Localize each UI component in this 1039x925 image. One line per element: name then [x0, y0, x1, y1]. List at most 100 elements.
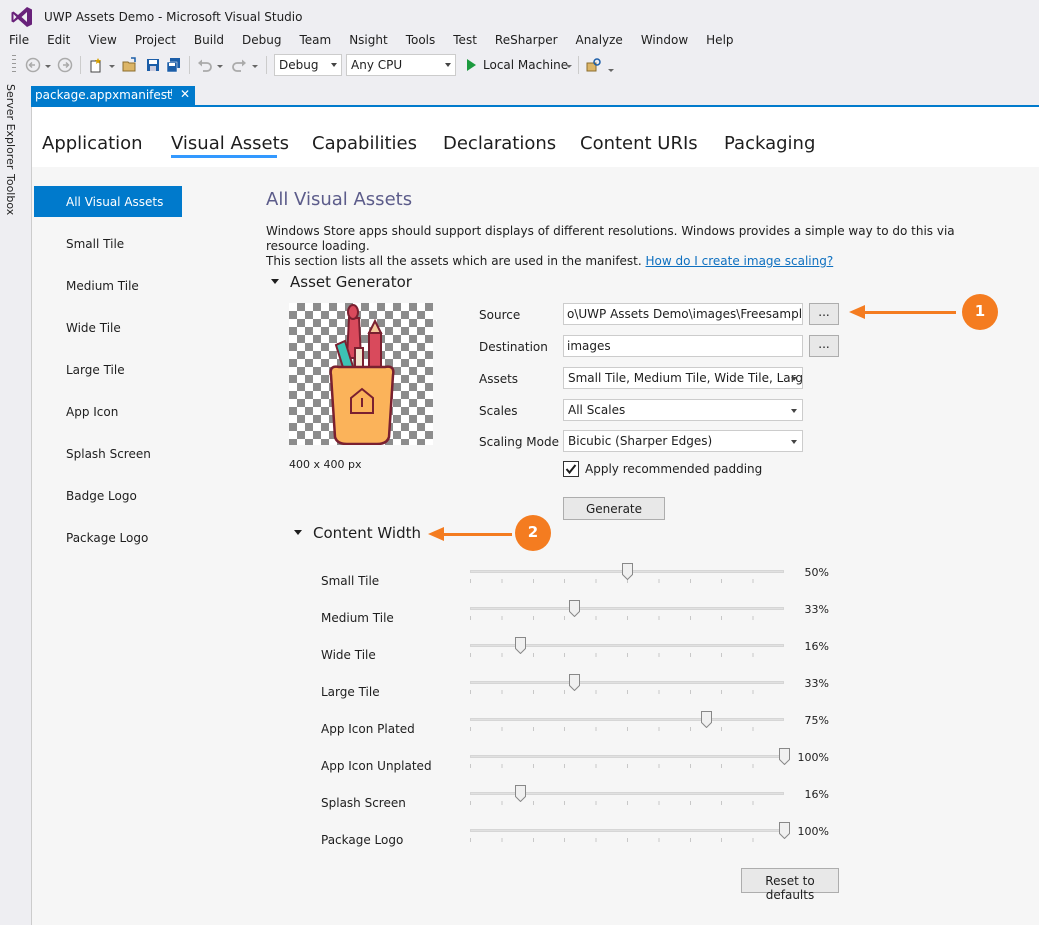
source-input[interactable]: o\UWP Assets Demo\images\Freesample.svg — [563, 303, 803, 325]
toolbar-separator — [266, 56, 267, 74]
designer-tabs: Application Visual Assets Capabilities D… — [32, 107, 1039, 167]
nav-all-visual-assets[interactable]: All Visual Assets — [34, 186, 182, 217]
chevron-down-icon[interactable] — [294, 530, 302, 535]
tab-declarations[interactable]: Declarations — [443, 133, 556, 154]
close-icon[interactable]: ✕ — [180, 87, 190, 101]
toolbar-separator — [578, 56, 579, 74]
nav-package-logo[interactable]: Package Logo — [34, 522, 182, 553]
slider-track[interactable] — [470, 829, 784, 832]
menu-project[interactable]: Project — [126, 32, 185, 52]
slider-thumb[interactable] — [779, 748, 790, 765]
forward-icon[interactable] — [57, 57, 73, 73]
start-icon[interactable] — [467, 59, 476, 71]
chevron-down-icon — [791, 409, 797, 413]
description-text: This section lists all the assets which … — [266, 254, 642, 268]
content-width-heading[interactable]: Content Width — [313, 524, 421, 542]
assets-value: Small Tile, Medium Tile, Wide Tile, Larg… — [568, 371, 803, 385]
tab-content-uris[interactable]: Content URIs — [580, 133, 698, 154]
scaling-mode-select[interactable]: Bicubic (Sharper Edges) — [563, 430, 803, 452]
back-dropdown-icon[interactable] — [45, 65, 51, 68]
tab-packaging[interactable]: Packaging — [724, 133, 815, 154]
solution-config-select[interactable]: Debug — [274, 54, 342, 76]
nav-small-tile[interactable]: Small Tile — [34, 228, 182, 259]
slider-thumb[interactable] — [700, 711, 712, 728]
back-icon[interactable] — [25, 57, 41, 73]
scales-select[interactable]: All Scales — [563, 399, 803, 421]
visual-studio-logo-icon — [11, 7, 32, 27]
menu-bar: File Edit View Project Build Debug Team … — [0, 32, 1039, 52]
slider-value: 33% — [804, 603, 829, 616]
slider-thumb[interactable] — [779, 822, 790, 839]
find-icon[interactable] — [586, 57, 602, 73]
server-explorer-tab[interactable]: Server Explorer — [4, 84, 17, 169]
slider-track[interactable] — [470, 718, 784, 721]
destination-browse-button[interactable]: ... — [809, 335, 839, 357]
slider-track[interactable] — [470, 755, 784, 758]
slider-ticks — [470, 838, 784, 842]
asset-generator-heading[interactable]: Asset Generator — [290, 273, 412, 291]
source-browse-button[interactable]: ... — [809, 303, 839, 325]
nav-app-icon[interactable]: App Icon — [34, 396, 182, 427]
menu-window[interactable]: Window — [632, 32, 697, 52]
image-scaling-help-link[interactable]: How do I create image scaling? — [646, 254, 834, 268]
slider-track[interactable] — [470, 607, 784, 610]
apply-padding-checkbox[interactable] — [563, 461, 579, 477]
scales-value: All Scales — [568, 403, 626, 417]
menu-help[interactable]: Help — [697, 32, 742, 52]
save-icon[interactable] — [145, 57, 161, 73]
new-dropdown-icon[interactable] — [109, 65, 115, 68]
generate-button[interactable]: Generate — [563, 497, 665, 520]
slider-thumb[interactable] — [568, 674, 580, 691]
nav-splash-screen[interactable]: Splash Screen — [34, 438, 182, 469]
tab-application[interactable]: Application — [42, 133, 143, 154]
document-tab[interactable]: package.appxmanifest ⊣ ✕ — [31, 86, 195, 105]
slider-thumb[interactable] — [515, 785, 527, 802]
tab-visual-assets[interactable]: Visual Assets — [171, 133, 289, 154]
toolbox-tab[interactable]: Toolbox — [4, 174, 17, 215]
nav-large-tile[interactable]: Large Tile — [34, 354, 182, 385]
slider-thumb[interactable] — [622, 563, 633, 580]
new-project-icon[interactable] — [88, 57, 104, 73]
active-tab-indicator — [171, 155, 277, 158]
menu-debug[interactable]: Debug — [233, 32, 290, 52]
chevron-down-icon — [331, 63, 337, 67]
slider-track[interactable] — [470, 681, 784, 684]
menu-file[interactable]: File — [0, 32, 38, 52]
destination-input[interactable]: images — [563, 335, 803, 357]
chevron-down-icon[interactable] — [271, 279, 279, 284]
menu-tools[interactable]: Tools — [397, 32, 445, 52]
slider-label: Wide Tile — [321, 648, 376, 662]
menu-analyze[interactable]: Analyze — [567, 32, 632, 52]
tab-capabilities[interactable]: Capabilities — [312, 133, 417, 154]
save-all-icon[interactable] — [166, 57, 182, 73]
description-line-2: This section lists all the assets which … — [266, 254, 986, 269]
undo-icon[interactable] — [197, 57, 213, 73]
pin-icon[interactable]: ⊣ — [164, 88, 173, 99]
slider-thumb[interactable] — [515, 637, 527, 654]
toolbar-grip[interactable] — [12, 55, 16, 75]
nav-medium-tile[interactable]: Medium Tile — [34, 270, 182, 301]
menu-nsight[interactable]: Nsight — [340, 32, 397, 52]
menu-edit[interactable]: Edit — [38, 32, 79, 52]
pencil-cup-image — [329, 304, 395, 446]
apply-padding-label[interactable]: Apply recommended padding — [585, 462, 762, 476]
platform-value: Any CPU — [351, 58, 403, 72]
toolbar-overflow-icon[interactable] — [608, 69, 614, 72]
menu-view[interactable]: View — [79, 32, 125, 52]
platform-select[interactable]: Any CPU — [346, 54, 456, 76]
nav-badge-logo[interactable]: Badge Logo — [34, 480, 182, 511]
slider-thumb[interactable] — [568, 600, 580, 617]
open-icon[interactable] — [122, 57, 138, 73]
run-target-dropdown-icon[interactable] — [566, 65, 572, 68]
undo-dropdown-icon[interactable] — [217, 65, 223, 68]
reset-to-defaults-button[interactable]: Reset to defaults — [741, 868, 839, 902]
menu-test[interactable]: Test — [444, 32, 486, 52]
menu-resharper[interactable]: ReSharper — [486, 32, 567, 52]
redo-icon[interactable] — [231, 57, 247, 73]
nav-wide-tile[interactable]: Wide Tile — [34, 312, 182, 343]
menu-team[interactable]: Team — [290, 32, 340, 52]
menu-build[interactable]: Build — [185, 32, 233, 52]
assets-select[interactable]: Small Tile, Medium Tile, Wide Tile, Larg… — [563, 367, 803, 389]
redo-dropdown-icon[interactable] — [252, 65, 258, 68]
run-target-button[interactable]: Local Machine — [483, 58, 568, 72]
